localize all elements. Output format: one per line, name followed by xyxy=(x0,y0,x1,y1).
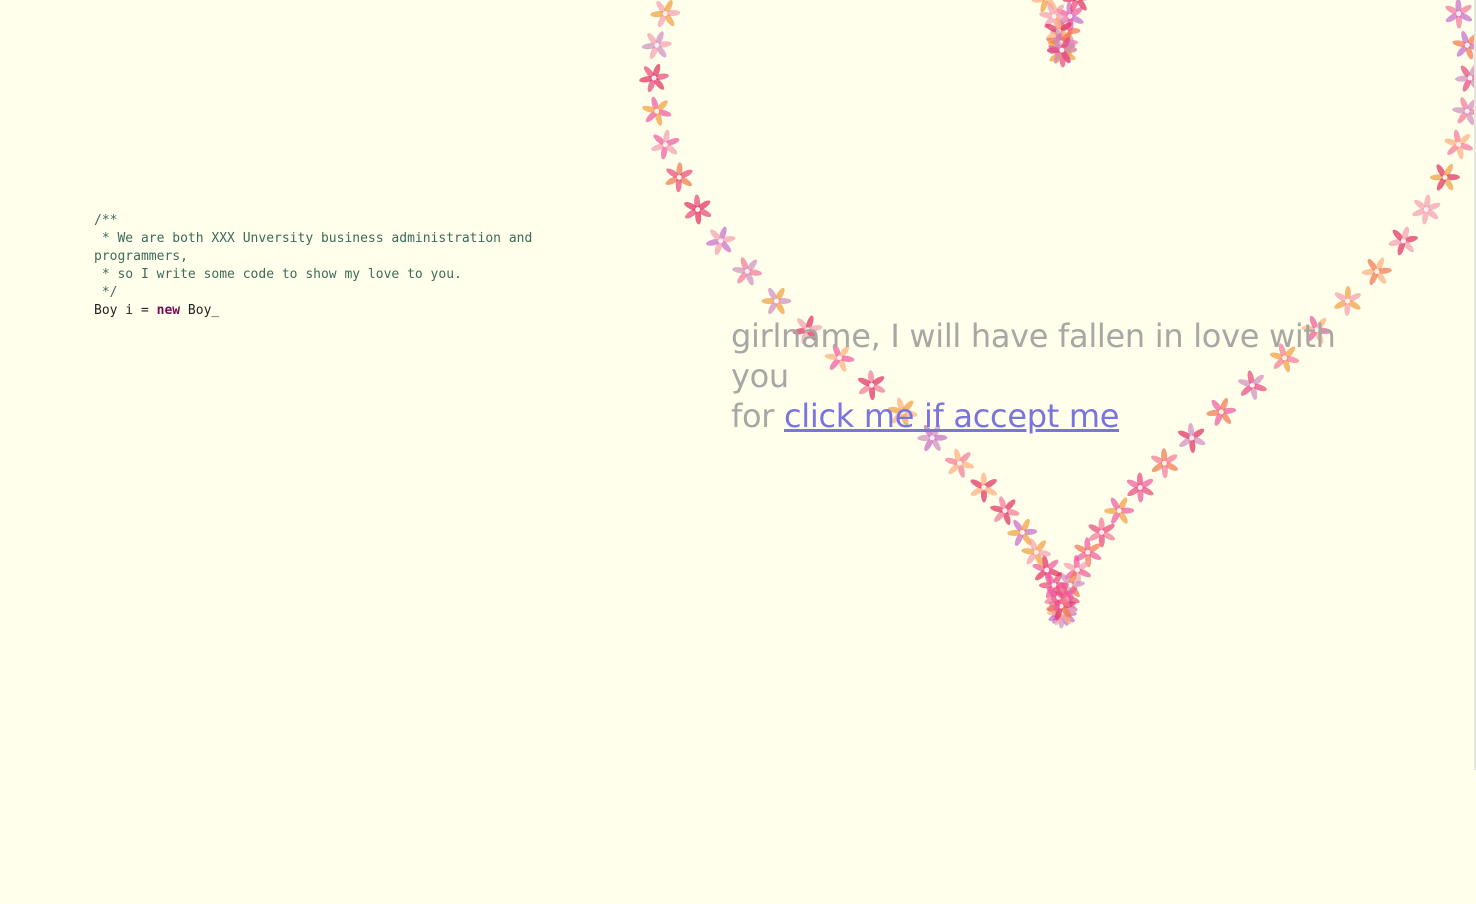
flower-icon xyxy=(732,257,763,286)
flower-icon xyxy=(1334,286,1361,316)
love-message-line1: girlname, I will have fallen in love wit… xyxy=(731,317,1336,395)
flower-icon xyxy=(1361,257,1392,286)
flower-icon xyxy=(761,287,792,315)
flower-icon xyxy=(665,162,693,193)
flower-icon xyxy=(1455,64,1476,92)
flower-icon xyxy=(642,96,672,126)
flower-icon xyxy=(650,0,681,28)
flower-icon xyxy=(659,0,699,3)
flower-icon xyxy=(1104,497,1135,524)
flower-icon xyxy=(706,226,736,256)
flower-icon xyxy=(1412,194,1441,225)
flower-heart xyxy=(639,0,1476,629)
flower-icon xyxy=(1445,0,1473,29)
flower-icon xyxy=(1151,448,1178,479)
flower-icon xyxy=(651,129,680,160)
accept-link[interactable]: click me if accept me xyxy=(784,397,1119,435)
flower-icon xyxy=(944,448,975,478)
flower-icon xyxy=(1388,226,1418,256)
flower-icon xyxy=(639,63,669,93)
page: /** * We are both XXX Unversity business… xyxy=(0,0,1476,904)
flower-icon xyxy=(970,472,998,503)
flower-icon xyxy=(1452,97,1476,126)
flower-icon xyxy=(684,194,712,225)
flower-icon xyxy=(1429,164,1460,191)
flower-icon xyxy=(1452,30,1476,60)
flower-icon xyxy=(1444,129,1474,160)
love-message-line2: for click me if accept me xyxy=(731,396,1371,436)
love-message-for: for xyxy=(731,397,784,435)
love-message: girlname, I will have fallen in love wit… xyxy=(731,316,1371,436)
flower-icon xyxy=(641,31,672,60)
